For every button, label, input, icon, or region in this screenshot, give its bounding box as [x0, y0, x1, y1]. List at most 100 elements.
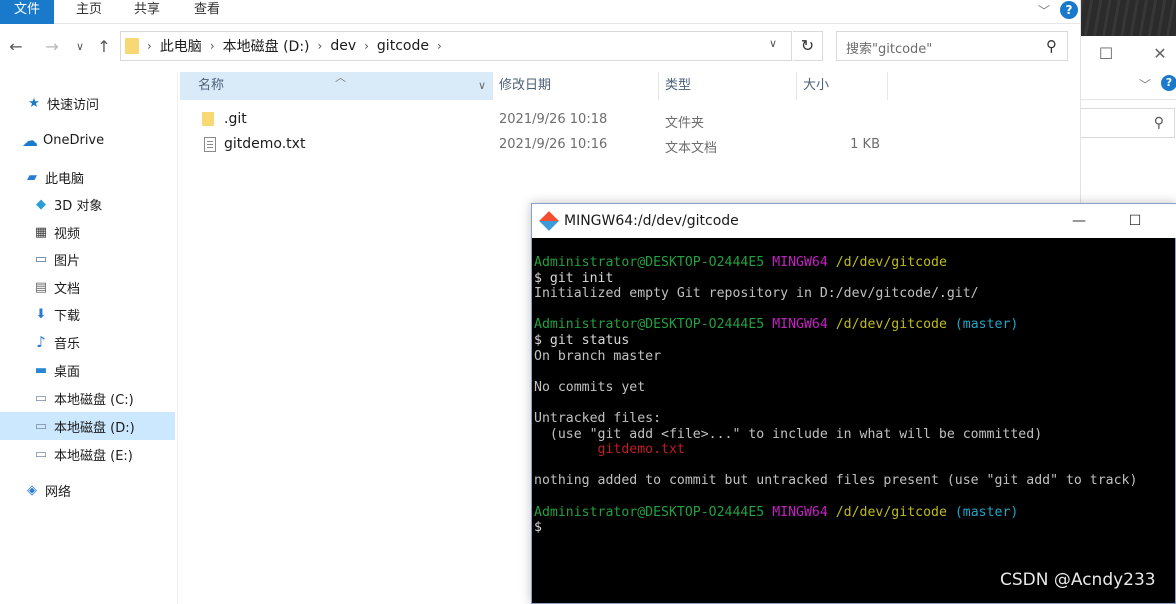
document-icon: ▤: [34, 279, 48, 295]
sidebar-item-network[interactable]: ◈ 网络: [0, 476, 175, 504]
chevron-down-icon[interactable]: ﹀: [1139, 76, 1151, 93]
prompt-line: Administrator@DESKTOP-O2444E5 MINGW64 /d…: [534, 504, 1019, 520]
download-icon: ⬇: [35, 306, 47, 322]
address-bar[interactable]: › 此电脑 › 本地磁盘 (D:) › dev › gitcode › ∨: [120, 31, 792, 61]
maximize-button[interactable]: ☐: [1120, 210, 1150, 232]
output-line: Initialized empty Git repository in D:/d…: [534, 286, 979, 302]
help-icon[interactable]: ?: [1060, 1, 1078, 19]
column-header-label: 名称: [198, 78, 225, 93]
search-placeholder: 搜索"gitcode": [846, 42, 933, 57]
chevron-right-icon: ›: [209, 39, 215, 53]
sidebar-item-label: 音乐: [54, 336, 81, 352]
back-arrow-icon[interactable]: ←: [6, 35, 26, 59]
sidebar-item-drive-e[interactable]: ▭ 本地磁盘 (E:): [0, 440, 175, 468]
file-row-git[interactable]: .git 2021/9/26 10:18 文件夹: [180, 108, 888, 132]
divider: [1081, 99, 1176, 100]
breadcrumb-gitcode[interactable]: gitcode: [377, 38, 429, 54]
tab-view[interactable]: 查看: [194, 0, 220, 24]
navigation-pane: ★ 快速访问 ☁ OneDrive ▰ 此电脑 ◆ 3D 对象 ▦ 视频 ▭ 图片 ▤ 文档 …: [0, 72, 178, 604]
cube-icon: ◆: [36, 196, 46, 212]
background-strip: [1081, 0, 1176, 36]
sidebar-item-label: 此电脑: [45, 171, 85, 187]
minimize-button[interactable]: —: [1064, 210, 1094, 232]
tab-home[interactable]: 主页: [76, 0, 102, 24]
file-size: 1 KB: [850, 137, 880, 152]
desktop-icon: ▬: [34, 362, 48, 378]
file-name: .git: [224, 111, 247, 127]
sidebar-item-downloads[interactable]: ⬇ 下载: [0, 300, 175, 328]
sidebar-item-onedrive[interactable]: ☁ OneDrive: [0, 126, 175, 154]
file-row-gitdemo[interactable]: gitdemo.txt 2021/9/26 10:16 文本文档 1 KB: [180, 133, 888, 157]
ribbon: 文件 主页 共享 查看 ﹀ ?: [0, 0, 1080, 24]
file-list-header: 名称 ︿ ∨ 修改日期 类型 大小: [180, 71, 888, 100]
watermark: CSDN @Acndy233: [1000, 570, 1156, 590]
computer-icon: ▰: [27, 169, 37, 185]
folder-icon: [125, 38, 139, 54]
sidebar-item-3d-objects[interactable]: ◆ 3D 对象: [0, 190, 175, 218]
sidebar-item-drive-c[interactable]: ▭ 本地磁盘 (C:): [0, 384, 175, 412]
chevron-right-icon: ›: [436, 39, 442, 53]
command-line: $ git init: [534, 270, 614, 286]
up-arrow-icon[interactable]: ↑: [94, 35, 114, 59]
sidebar-item-label: 本地磁盘 (D:): [54, 420, 135, 436]
cloud-icon: ☁: [22, 130, 38, 150]
sidebar-item-quick-access[interactable]: ★ 快速访问: [0, 89, 175, 117]
search-input[interactable]: 搜索"gitcode" ⚲: [836, 31, 1068, 61]
sidebar-item-label: 快速访问: [47, 97, 100, 113]
file-type: 文本文档: [665, 141, 718, 156]
column-header-size[interactable]: 大小: [797, 72, 888, 100]
sidebar-item-label: 下载: [54, 308, 81, 324]
sidebar-item-label: 本地磁盘 (C:): [54, 392, 134, 408]
terminal-titlebar[interactable]: MINGW64:/d/dev/gitcode — ☐: [532, 204, 1176, 238]
sort-ascending-icon: ︿: [335, 71, 346, 84]
sidebar-item-label: 本地磁盘 (E:): [54, 448, 133, 464]
refresh-button[interactable]: ↻: [793, 31, 823, 61]
column-header-date[interactable]: 修改日期: [493, 72, 659, 100]
sidebar-item-pictures[interactable]: ▭ 图片: [0, 245, 175, 273]
sidebar-item-music[interactable]: ♪ 音乐: [0, 328, 175, 356]
recent-chevron-icon[interactable]: ∨: [72, 35, 88, 59]
command-line: $ git status: [534, 332, 630, 348]
sidebar-item-videos[interactable]: ▦ 视频: [0, 218, 175, 246]
breadcrumb-this-pc[interactable]: 此电脑: [160, 36, 202, 56]
cursor-line: $: [534, 520, 542, 536]
close-icon[interactable]: ✕: [1145, 38, 1175, 68]
terminal-output[interactable]: Administrator@DESKTOP-O2444E5 MINGW64 /d…: [534, 255, 1174, 536]
folder-icon: [202, 112, 214, 130]
output-line: No commits yet: [534, 379, 646, 395]
column-header-label: 修改日期: [499, 78, 552, 93]
file-date: 2021/9/26 10:16: [499, 137, 608, 152]
chevron-right-icon: ›: [147, 39, 152, 53]
column-header-type[interactable]: 类型: [659, 72, 797, 100]
address-dropdown-icon[interactable]: ∨: [769, 37, 777, 50]
breadcrumb-drive-d[interactable]: 本地磁盘 (D:): [223, 36, 310, 56]
video-icon: ▦: [34, 224, 48, 240]
tab-file[interactable]: 文件: [0, 0, 54, 24]
column-header-name[interactable]: 名称 ︿ ∨: [180, 71, 493, 100]
untracked-file-line: gitdemo.txt: [597, 442, 685, 458]
breadcrumb-dev[interactable]: dev: [330, 38, 356, 54]
sidebar-item-drive-d[interactable]: ▭ 本地磁盘 (D:): [0, 412, 175, 440]
chevron-down-icon[interactable]: ﹀: [1038, 2, 1050, 19]
mingw-terminal-window[interactable]: MINGW64:/d/dev/gitcode — ☐ Administrator…: [531, 203, 1176, 604]
sidebar-item-label: 桌面: [54, 364, 81, 380]
sidebar-item-desktop[interactable]: ▬ 桌面: [0, 356, 175, 384]
prompt-line: Administrator@DESKTOP-O2444E5 MINGW64 /d…: [534, 255, 947, 270]
sidebar-item-label: 图片: [54, 253, 81, 269]
sidebar-item-label: 文档: [54, 281, 81, 297]
help-icon[interactable]: ?: [1161, 75, 1176, 91]
drive-icon: ▭: [34, 418, 48, 434]
sidebar-item-documents[interactable]: ▤ 文档: [0, 273, 175, 301]
sidebar-item-this-pc[interactable]: ▰ 此电脑: [0, 163, 175, 191]
maximize-icon[interactable]: ☐: [1091, 38, 1121, 68]
text-file-icon: [204, 137, 216, 156]
chevron-right-icon: ›: [317, 39, 323, 53]
forward-arrow-icon[interactable]: →: [42, 35, 62, 59]
search-input[interactable]: ⚲: [1081, 108, 1175, 138]
tab-share[interactable]: 共享: [134, 0, 160, 24]
output-line: On branch master: [534, 348, 662, 364]
chevron-down-icon[interactable]: ∨: [478, 72, 486, 100]
git-logo-icon: [539, 211, 559, 231]
output-line: Untracked files:: [534, 410, 662, 426]
file-date: 2021/9/26 10:18: [499, 112, 608, 127]
